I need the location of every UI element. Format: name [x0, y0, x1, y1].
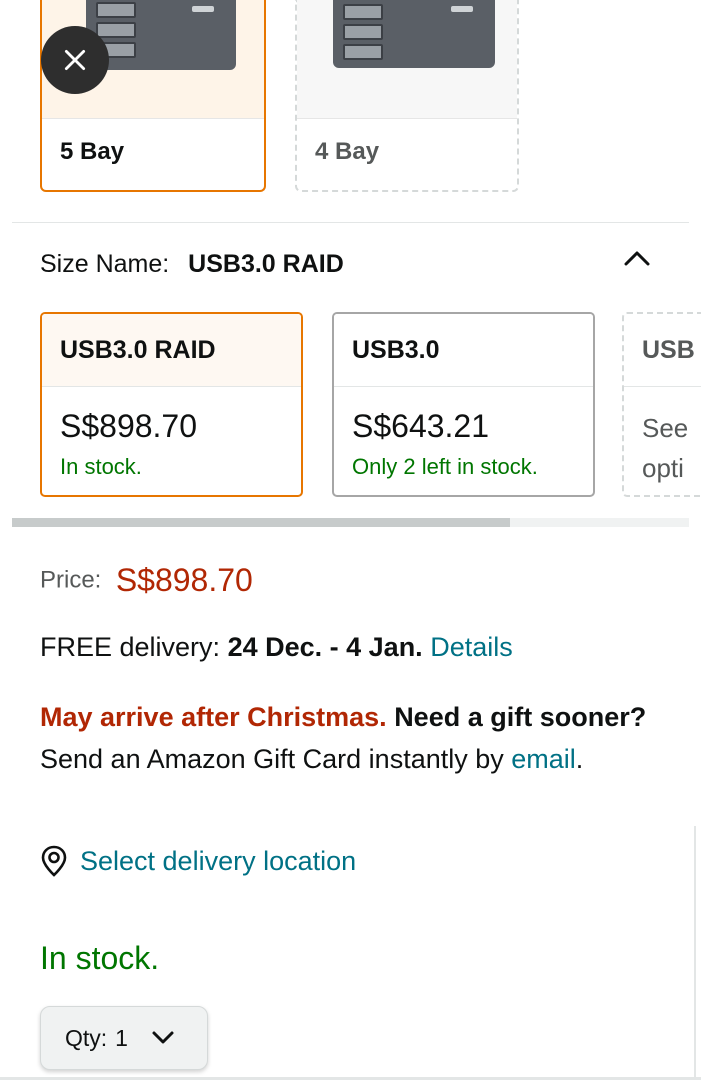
select-delivery-location-link[interactable]: Select delivery location: [80, 846, 356, 877]
size-name-value: USB3.0 RAID: [188, 250, 344, 278]
close-icon: [64, 49, 86, 71]
christmas-warning: May arrive after Christmas.: [40, 702, 387, 732]
size-option-usb-partial[interactable]: USB See opti: [622, 312, 701, 497]
divider: [12, 222, 689, 223]
size-name-row: Size Name: USB3.0 RAID: [40, 250, 344, 279]
chevron-up-icon[interactable]: [622, 247, 652, 269]
size-option-stock: In stock.: [60, 454, 142, 479]
quantity-value: 1: [115, 1024, 128, 1051]
price-value: S$898.70: [115, 562, 253, 598]
quantity-label: Qty:: [65, 1024, 108, 1051]
location-pin-icon: [41, 845, 67, 877]
variant-4-bay-image: [297, 0, 517, 118]
options-scrollbar[interactable]: [12, 518, 510, 527]
chevron-down-icon: [152, 1031, 174, 1044]
size-option-name: USB3.0: [334, 314, 593, 387]
size-option-usb3-raid[interactable]: USB3.0 RAID S$898.70 In stock.: [40, 312, 303, 497]
close-button[interactable]: [41, 26, 109, 94]
availability-status: In stock.: [40, 940, 160, 976]
size-option-usb3[interactable]: USB3.0 S$643.21 Only 2 left in stock.: [332, 312, 595, 497]
delivery-details-link[interactable]: Details: [430, 632, 513, 662]
price-label: Price:: [40, 566, 102, 594]
size-option-name: USB3.0 RAID: [42, 314, 301, 387]
select-delivery-location[interactable]: Select delivery location: [40, 845, 356, 877]
delivery-info: FREE delivery: 24 Dec. - 4 Jan. Details: [40, 632, 513, 663]
size-option-price: S$898.70: [60, 408, 198, 444]
delivery-dates: 24 Dec. - 4 Jan.: [227, 632, 423, 662]
variant-label: 4 Bay: [315, 138, 380, 165]
size-option-stock: Only 2 left in stock.: [352, 454, 538, 479]
size-option-name: USB: [624, 314, 701, 387]
size-option-price: S$643.21: [352, 408, 490, 444]
panel-edge: [694, 826, 696, 1080]
gift-card-text: Send an Amazon Gift Card instantly by: [40, 744, 504, 774]
christmas-notice: May arrive after Christmas. Need a gift …: [40, 702, 647, 774]
variant-4-bay[interactable]: 4 Bay: [295, 0, 519, 192]
quantity-dropdown[interactable]: Qty: 1: [40, 1006, 208, 1070]
gift-sooner-text: Need a gift sooner?: [394, 702, 647, 732]
variant-label: 5 Bay: [60, 138, 125, 165]
nas-enclosure-image: [333, 0, 495, 68]
size-name-label: Size Name:: [40, 250, 170, 278]
delivery-prefix: FREE delivery:: [40, 632, 221, 662]
email-link[interactable]: email: [511, 744, 576, 774]
size-option-see-options: See opti: [642, 413, 689, 483]
price-row: Price: S$898.70: [40, 562, 253, 599]
